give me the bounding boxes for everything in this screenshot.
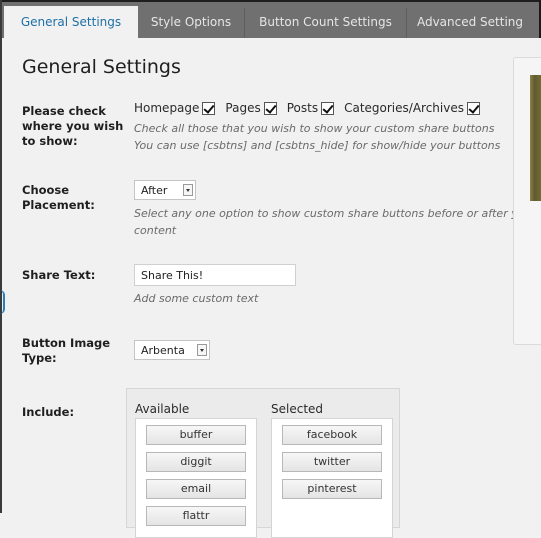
button-image-type-value: Arbenta [141, 344, 185, 357]
sidebar-image [530, 75, 541, 201]
show-on-checkboxes: Homepage Pages Posts Categories/Archives [134, 101, 490, 115]
pages-option[interactable]: Pages [225, 101, 277, 115]
placement-value: After [141, 184, 168, 197]
placement-label: Choose Placement: [22, 183, 95, 212]
button-image-type-select[interactable]: Arbenta [134, 340, 210, 360]
tab-button-count-settings[interactable]: Button Count Settings [245, 6, 406, 38]
tab-general-settings[interactable]: General Settings [4, 6, 138, 38]
posts-label: Posts [286, 101, 319, 115]
show-on-help: Check all those that you wish to show yo… [134, 122, 501, 152]
posts-checkbox[interactable] [321, 101, 335, 115]
available-title: Available [135, 402, 190, 416]
include-sortable-box: Available Selected buffer diggit email f… [126, 388, 400, 538]
placement-help: Select any one option to show custom sha… [134, 207, 536, 237]
available-list: buffer diggit email flattr [135, 418, 257, 538]
selected-title: Selected [271, 402, 324, 416]
homepage-label: Homepage [134, 101, 200, 115]
homepage-checkbox[interactable] [202, 101, 216, 115]
show-on-label: Please check where you wish to show: [22, 104, 124, 148]
selected-item-pinterest[interactable]: pinterest [282, 479, 382, 499]
button-image-type-label: Button Image Type: [22, 336, 111, 365]
share-text-help: Add some custom text [134, 292, 259, 305]
settings-tab-bar: General Settings Style Options Button Co… [2, 2, 539, 38]
left-edge [0, 0, 2, 513]
available-item-flattr[interactable]: flattr [146, 506, 246, 526]
include-label: Include: [22, 405, 75, 419]
collapse-handle[interactable] [0, 290, 5, 314]
chevron-down-icon [183, 184, 193, 196]
available-item-email[interactable]: email [146, 479, 246, 499]
pages-label: Pages [225, 101, 261, 115]
selected-item-twitter[interactable]: twitter [282, 452, 382, 472]
available-item-buffer[interactable]: buffer [146, 425, 246, 445]
tab-advanced-setting[interactable]: Advanced Setting [407, 6, 533, 38]
tab-style-options[interactable]: Style Options [138, 6, 244, 38]
placement-select[interactable]: After [134, 180, 196, 200]
selected-item-facebook[interactable]: facebook [282, 425, 382, 445]
page-title: General Settings [22, 56, 181, 78]
available-item-diggit[interactable]: diggit [146, 452, 246, 472]
share-text-input[interactable] [134, 264, 296, 286]
categories-archives-checkbox[interactable] [466, 101, 480, 115]
selected-list: facebook twitter pinterest [271, 418, 393, 538]
categories-archives-option[interactable]: Categories/Archives [344, 101, 480, 115]
categories-archives-label: Categories/Archives [344, 101, 464, 115]
chevron-down-icon [197, 344, 207, 356]
posts-option[interactable]: Posts [286, 101, 335, 115]
homepage-option[interactable]: Homepage [134, 101, 216, 115]
share-text-label: Share Text: [22, 268, 96, 282]
pages-checkbox[interactable] [263, 101, 277, 115]
